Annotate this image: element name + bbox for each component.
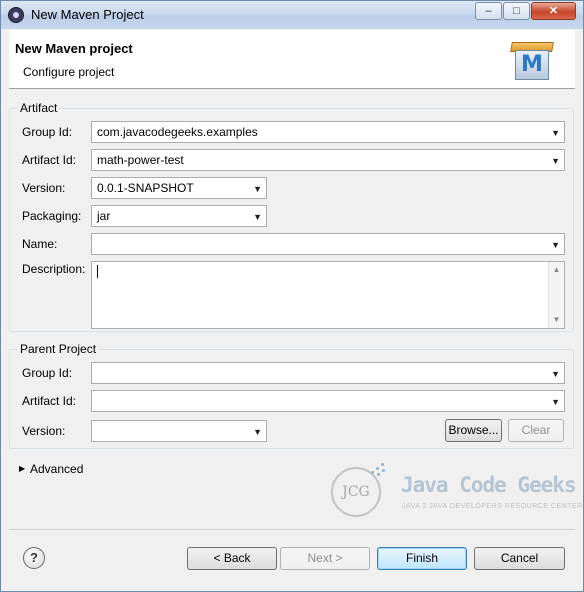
maven-logo-icon: M [509, 38, 555, 82]
scroll-down-icon[interactable]: ▼ [549, 312, 564, 328]
cancel-button[interactable]: Cancel [474, 547, 565, 570]
chevron-down-icon[interactable]: ▼ [551, 393, 560, 411]
artifact-group: Artifact Group Id: com.javacodegeeks.exa… [9, 101, 574, 332]
banner-title: New Maven project [15, 41, 133, 56]
parent-project-group: Parent Project Group Id: ▼ Artifact Id: … [9, 342, 574, 449]
jcg-dots-icon [371, 461, 387, 477]
jcg-title: Java Code Geeks [401, 473, 577, 497]
advanced-label[interactable]: Advanced [30, 462, 83, 476]
packaging-value: jar [97, 209, 111, 223]
jcg-subtitle: JAVA 2 JAVA DEVELOPERS RESOURCE CENTER [402, 503, 583, 510]
artifact-version-label: Version: [22, 181, 66, 195]
chevron-down-icon[interactable]: ▼ [253, 180, 262, 198]
chevron-down-icon[interactable]: ▼ [551, 124, 560, 142]
parent-artifact-id-label: Artifact Id: [22, 394, 77, 408]
banner-subtitle: Configure project [23, 65, 115, 79]
minimize-button[interactable]: ‒ [475, 2, 502, 20]
packaging-combo[interactable]: jar ▼ [91, 205, 267, 227]
description-label: Description: [22, 262, 86, 276]
name-label: Name: [22, 237, 58, 251]
chevron-down-icon[interactable]: ▼ [253, 423, 262, 441]
title-bar: New Maven Project ‒ □ ✕ [1, 1, 583, 29]
text-caret [97, 265, 98, 278]
close-button[interactable]: ✕ [531, 2, 576, 20]
window-title: New Maven Project [31, 7, 144, 22]
artifact-legend: Artifact [17, 101, 61, 115]
close-icon: ✕ [548, 5, 559, 17]
artifact-id-label: Artifact Id: [22, 153, 77, 167]
chevron-down-icon[interactable]: ▼ [551, 365, 560, 383]
parent-version-label: Version: [22, 424, 66, 438]
parent-project-legend: Parent Project [17, 342, 100, 356]
wizard-content: Artifact Group Id: com.javacodegeeks.exa… [9, 89, 582, 529]
artifact-version-combo[interactable]: 0.0.1-SNAPSHOT ▼ [91, 177, 267, 199]
parent-version-combo[interactable]: ▼ [91, 420, 267, 442]
artifact-group-id-combo[interactable]: com.javacodegeeks.examples ▼ [91, 121, 565, 143]
new-maven-project-dialog: New Maven Project ‒ □ ✕ New Maven projec… [0, 0, 584, 592]
parent-artifact-id-combo[interactable]: ▼ [91, 390, 565, 412]
maven-box: M [515, 50, 549, 80]
maximize-button[interactable]: □ [503, 2, 530, 20]
description-textarea[interactable]: ▲ ▼ [91, 261, 565, 329]
maximize-icon: □ [513, 5, 520, 17]
help-icon[interactable]: ? [23, 547, 45, 569]
finish-button[interactable]: Finish [377, 547, 467, 570]
chevron-down-icon[interactable]: ▼ [551, 152, 560, 170]
minimize-icon: ‒ [485, 5, 492, 17]
packaging-label: Packaging: [22, 209, 82, 223]
artifact-id-combo[interactable]: math-power-test ▼ [91, 149, 565, 171]
jcg-watermark-logo: JCG Java Code Geeks JAVA 2 JAVA DEVELOPE… [327, 459, 582, 529]
wizard-banner: New Maven project Configure project M [9, 30, 575, 89]
back-button[interactable]: < Back [187, 547, 277, 570]
browse-button[interactable]: Browse... [445, 419, 502, 442]
expand-arrow-icon[interactable]: ▶ [19, 464, 25, 473]
next-button[interactable]: Next > [280, 547, 370, 570]
description-scrollbar[interactable]: ▲ ▼ [548, 262, 564, 328]
artifact-version-value: 0.0.1-SNAPSHOT [97, 181, 194, 195]
parent-group-id-combo[interactable]: ▼ [91, 362, 565, 384]
eclipse-icon [8, 7, 24, 23]
chevron-down-icon[interactable]: ▼ [551, 236, 560, 254]
artifact-group-id-value: com.javacodegeeks.examples [97, 125, 258, 139]
clear-button[interactable]: Clear [508, 419, 564, 442]
name-combo[interactable]: ▼ [91, 233, 565, 255]
chevron-down-icon[interactable]: ▼ [253, 208, 262, 226]
artifact-id-value: math-power-test [97, 153, 184, 167]
dialog-footer: ? < Back Next > Finish Cancel [9, 529, 575, 586]
scroll-up-icon[interactable]: ▲ [549, 262, 564, 278]
artifact-group-id-label: Group Id: [22, 125, 73, 139]
parent-group-id-label: Group Id: [22, 366, 73, 380]
